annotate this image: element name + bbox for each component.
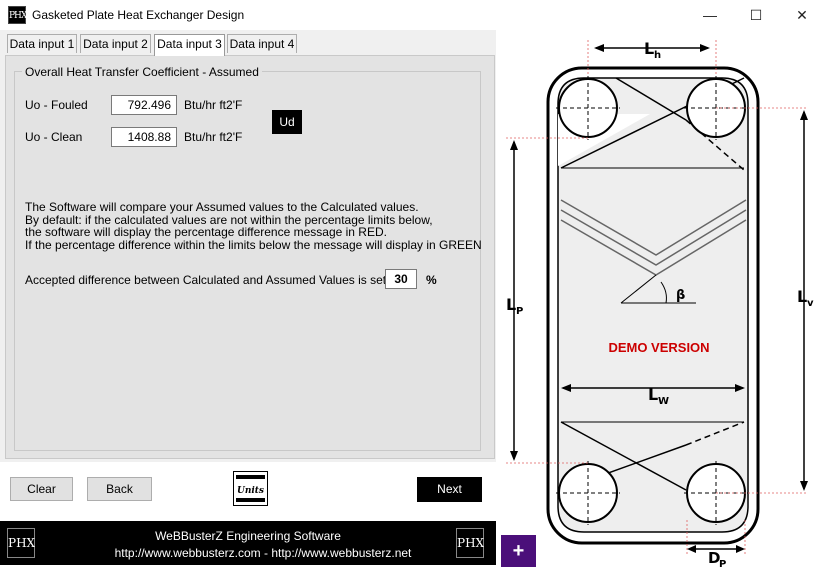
units-icon: Units	[236, 475, 265, 502]
percent-label: %	[426, 273, 437, 287]
plate-diagram: β L h L P L v L W D P DEMO VERSION	[506, 39, 814, 570]
group-title: Overall Heat Transfer Coefficient - Assu…	[22, 65, 262, 79]
uo-fouled-input[interactable]: 792.496	[111, 95, 177, 115]
lw-label: L	[648, 385, 658, 404]
lp-subscript: P	[516, 306, 523, 317]
uo-clean-unit: Btu/hr ft2'F	[184, 130, 243, 144]
group-box	[14, 71, 481, 451]
uo-fouled-unit: Btu/hr ft2'F	[184, 98, 243, 112]
next-button[interactable]: Next	[417, 477, 482, 502]
tab-data-input-4[interactable]: Data input 4	[227, 34, 297, 53]
accepted-difference-label: Accepted difference between Calculated a…	[25, 273, 400, 287]
uo-clean-label: Uo - Clean	[25, 130, 83, 144]
beta-label: β	[676, 288, 685, 303]
accepted-difference-input[interactable]: 30	[385, 269, 417, 289]
uo-fouled-label: Uo - Fouled	[25, 98, 88, 112]
footer-company: WeBBusterZ Engineering Software	[155, 529, 341, 543]
info-line-4: If the percentage difference within the …	[25, 237, 482, 252]
footer-logo-right: PHX	[456, 528, 484, 558]
tab-data-input-1[interactable]: Data input 1	[7, 34, 77, 53]
info-line-1: The Software will compare your Assumed v…	[25, 200, 419, 214]
lv-subscript: v	[807, 298, 814, 309]
info-line-3: the software will display the percentage…	[25, 225, 387, 239]
footer-urls[interactable]: http://www.webbusterz.com - http://www.w…	[0, 546, 526, 560]
dp-subscript: P	[719, 559, 726, 570]
units-button[interactable]: Units	[233, 471, 268, 506]
back-button[interactable]: Back	[87, 477, 152, 501]
tab-data-input-3[interactable]: Data input 3	[154, 34, 225, 56]
info-text: The Software will compare your Assumed v…	[25, 201, 482, 251]
clear-button[interactable]: Clear	[10, 477, 73, 501]
ud-button[interactable]: Ud	[272, 110, 302, 134]
units-label: Units	[237, 486, 264, 496]
demo-version-label: DEMO VERSION	[608, 340, 709, 355]
lp-label: L	[506, 295, 516, 314]
uo-clean-input[interactable]: 1408.88	[111, 127, 177, 147]
window-title: Gasketed Plate Heat Exchanger Design	[32, 8, 245, 22]
lh-label: L	[644, 39, 654, 58]
maximize-button[interactable]: ☐	[733, 0, 779, 30]
tab-data-input-2[interactable]: Data input 2	[80, 34, 151, 53]
lv-label: L	[797, 287, 807, 306]
minimize-button[interactable]: —	[687, 0, 733, 30]
close-button[interactable]: ✕	[779, 0, 825, 30]
lw-subscript: W	[658, 396, 669, 407]
lh-subscript: h	[654, 50, 661, 61]
app-icon[interactable]: PHX	[8, 6, 27, 24]
